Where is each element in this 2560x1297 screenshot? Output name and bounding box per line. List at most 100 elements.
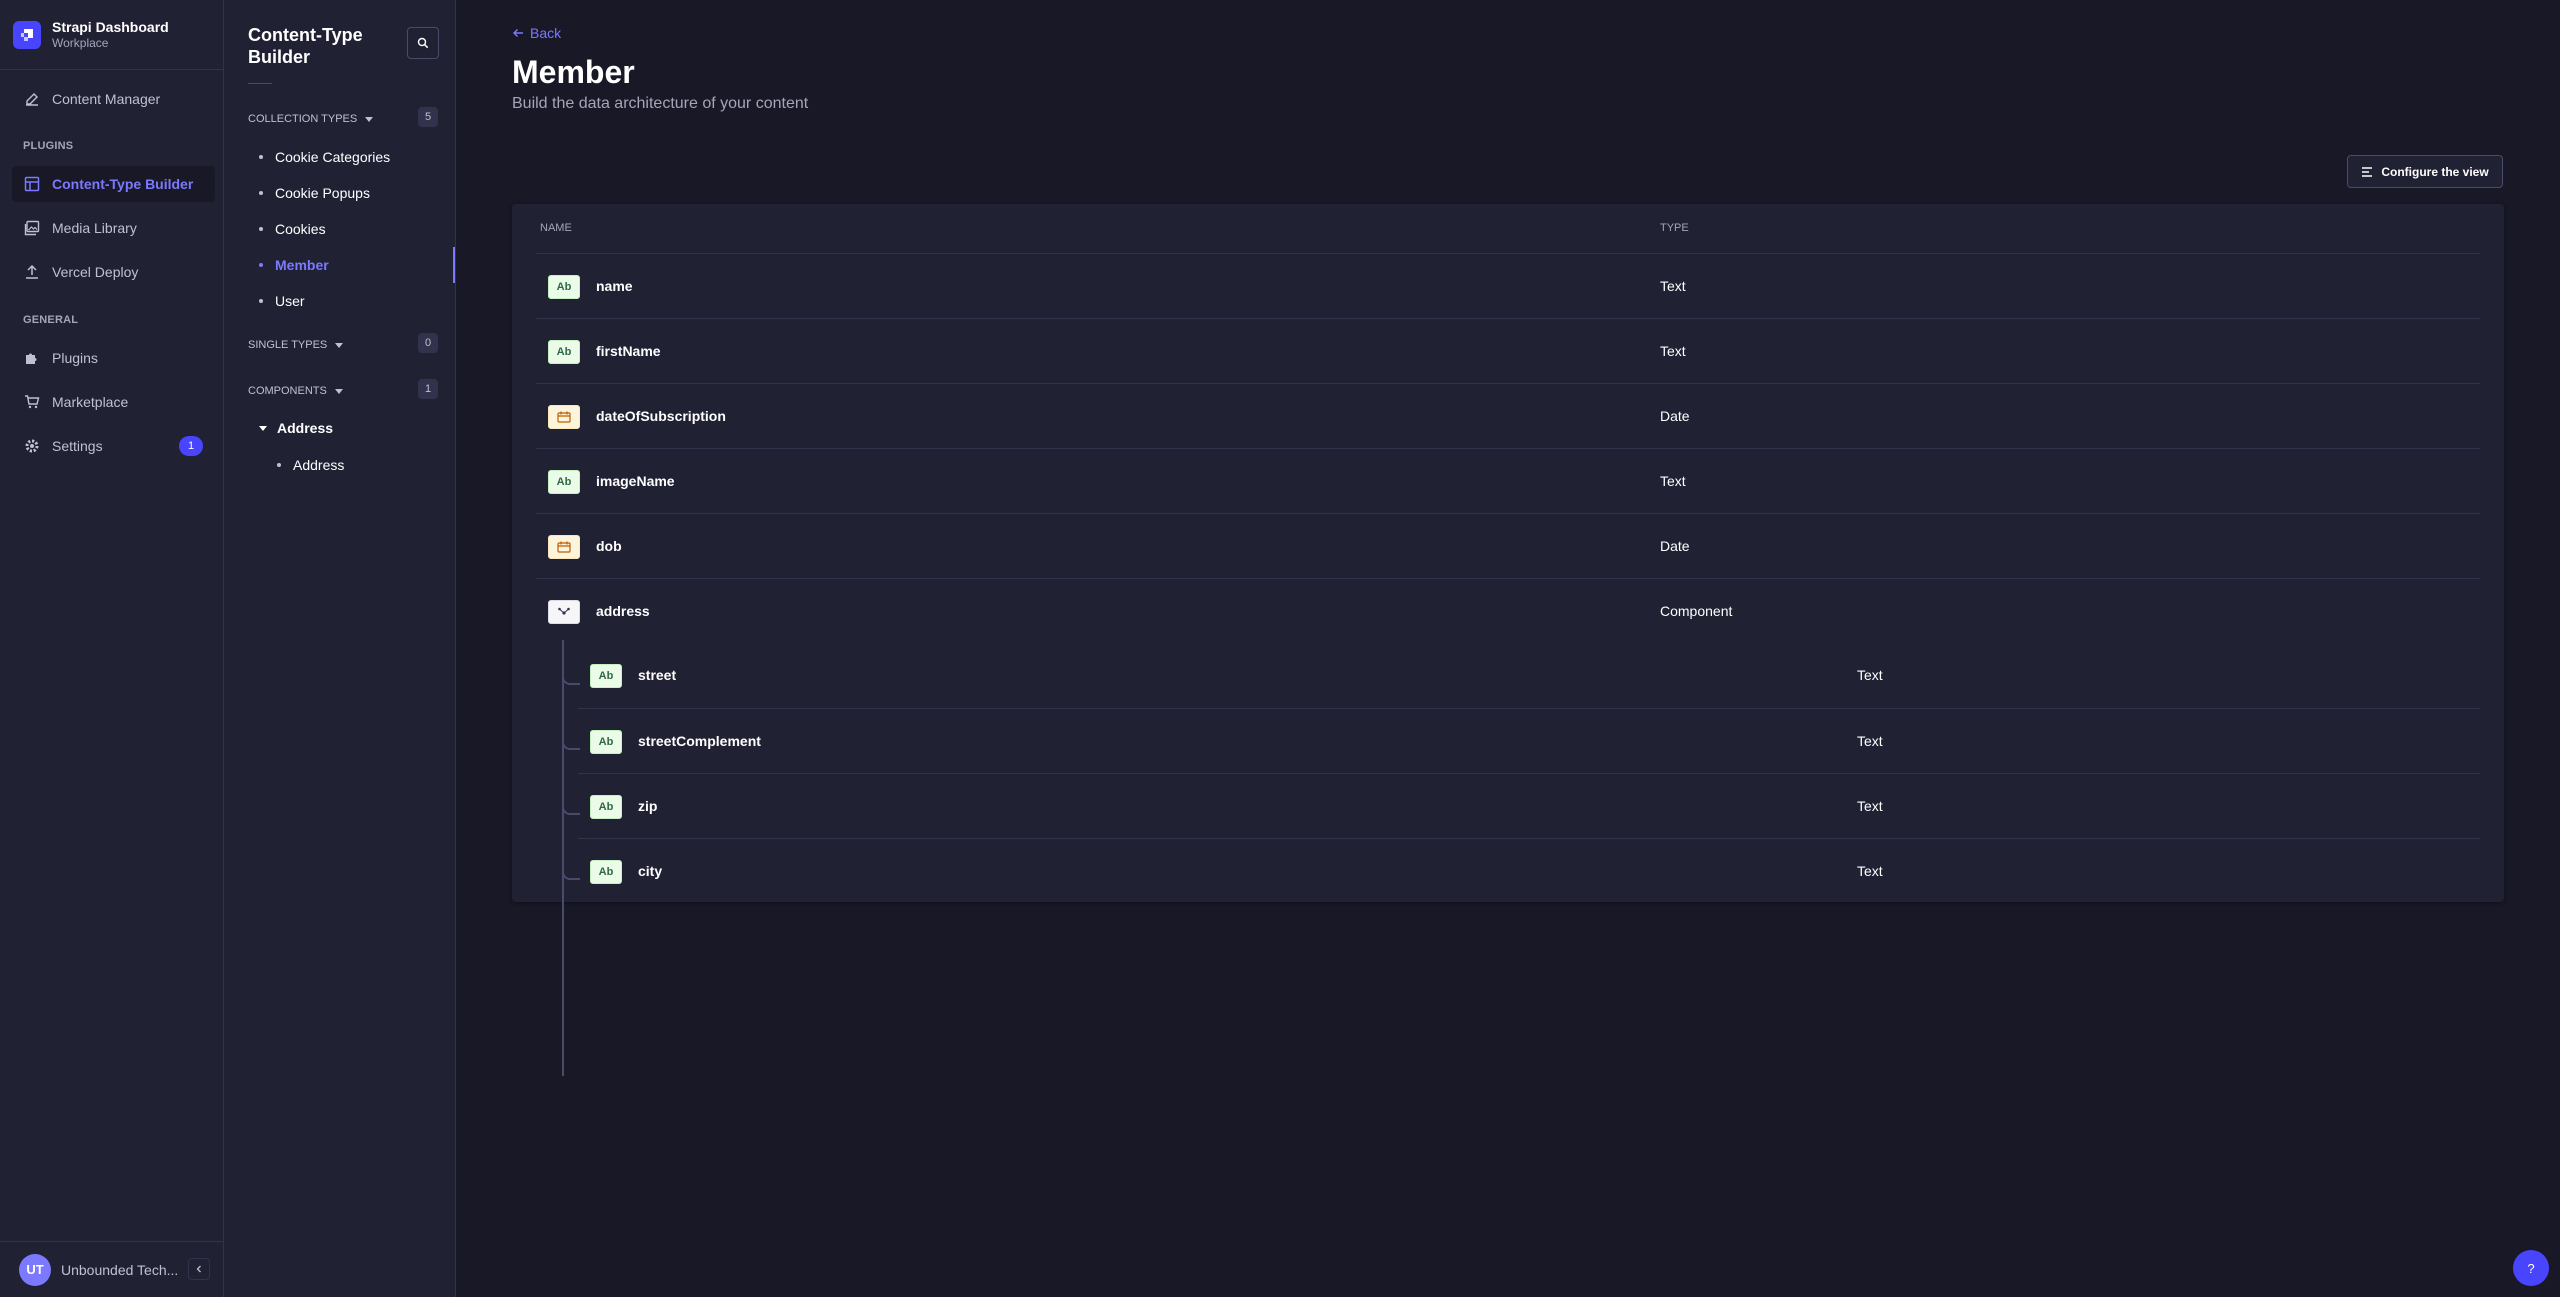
search-icon <box>417 37 429 49</box>
subnav-item-member[interactable]: Member <box>224 247 455 283</box>
bullet-icon <box>277 463 281 467</box>
help-button[interactable]: ? <box>2513 1250 2549 1286</box>
text-field-icon: Ab <box>548 470 580 494</box>
subnav-item-label: Cookie Categories <box>275 149 391 165</box>
nav-section-general: GENERAL <box>23 314 79 326</box>
text-field-icon: Ab <box>548 275 580 299</box>
chevron-left-icon <box>196 1265 201 1273</box>
table-row-street[interactable]: Ab street Text <box>578 643 2480 708</box>
field-name: street <box>638 667 677 683</box>
user-footer[interactable]: UT Unbounded Tech... <box>0 1241 224 1297</box>
configure-view-label: Configure the view <box>2381 164 2489 179</box>
table-row-zip[interactable]: Ab zip Text <box>578 773 2480 838</box>
field-name: imageName <box>596 473 675 489</box>
single-types-toggle[interactable]: SINGLE TYPES <box>248 339 344 351</box>
subnav-item-label: User <box>275 293 305 309</box>
layout-icon <box>24 176 40 192</box>
strapi-logo-icon <box>13 20 41 49</box>
nav-vercel-deploy[interactable]: Vercel Deploy <box>12 254 215 290</box>
upload-icon <box>24 264 40 280</box>
table-row-imagename[interactable]: Ab imageName Text <box>536 448 2480 513</box>
subnav-item-cookie-popups[interactable]: Cookie Popups <box>224 175 455 211</box>
nav-marketplace[interactable]: Marketplace <box>12 384 215 420</box>
text-field-icon: Ab <box>590 664 622 688</box>
column-header-name: NAME <box>540 222 572 234</box>
field-name: dob <box>596 538 622 554</box>
nav-content-type-builder[interactable]: Content-Type Builder <box>12 166 215 202</box>
nav-media-library[interactable]: Media Library <box>12 210 215 246</box>
subnav-item-address-component[interactable]: Address <box>224 447 455 483</box>
calendar-icon <box>548 535 580 559</box>
field-name: city <box>638 863 663 879</box>
brand[interactable]: Strapi Dashboard Workplace <box>0 0 223 70</box>
text-field-icon: Ab <box>590 860 622 884</box>
subnav-title: Content-Type Builder <box>248 25 363 67</box>
field-type: Text <box>1857 733 1883 749</box>
caret-down-icon <box>334 388 343 394</box>
field-type: Text <box>1857 863 1883 879</box>
nav-media-library-label: Media Library <box>52 220 137 236</box>
table-row-name[interactable]: Ab name Text <box>536 253 2480 318</box>
collection-types-toggle[interactable]: COLLECTION TYPES <box>248 113 374 125</box>
component-group-label: Address <box>277 420 334 436</box>
collection-types-count: 5 <box>418 107 438 127</box>
component-icon <box>548 600 580 624</box>
back-link[interactable]: Back <box>512 25 561 41</box>
nav-content-type-builder-label: Content-Type Builder <box>52 176 194 192</box>
bullet-icon <box>259 191 263 195</box>
subnav-item-cookie-categories[interactable]: Cookie Categories <box>224 139 455 175</box>
nav-plugins[interactable]: Plugins <box>12 340 215 376</box>
table-row-streetcomplement[interactable]: Ab streetComplement Text <box>578 708 2480 773</box>
nav-content-manager-label: Content Manager <box>52 91 161 107</box>
nav-content-manager[interactable]: Content Manager <box>12 81 215 117</box>
nav-settings-label: Settings <box>52 438 103 454</box>
main-nav: Strapi Dashboard Workplace Content Manag… <box>0 0 224 1297</box>
fields-table: NAME TYPE Ab name Text Ab firstName Text… <box>512 204 2504 1076</box>
field-type: Text <box>1660 343 1686 359</box>
brand-subtitle: Workplace <box>52 36 109 50</box>
calendar-icon <box>548 405 580 429</box>
sub-nav: Content-Type Builder COLLECTION TYPES 5 … <box>224 0 456 1297</box>
table-row-city[interactable]: Ab city Text <box>578 838 2480 903</box>
list-settings-icon <box>2361 166 2373 178</box>
field-name: name <box>596 278 633 294</box>
search-button[interactable] <box>407 27 439 59</box>
settings-badge: 1 <box>179 436 203 456</box>
field-name: address <box>596 603 650 619</box>
bullet-icon <box>259 227 263 231</box>
subnav-item-label: Cookie Popups <box>275 185 370 201</box>
subnav-item-label: Address <box>293 457 345 473</box>
page-title: Member <box>512 54 635 90</box>
table-row-dateofsubscription[interactable]: dateOfSubscription Date <box>536 383 2480 448</box>
nav-vercel-deploy-label: Vercel Deploy <box>52 264 139 280</box>
caret-down-icon <box>259 425 267 431</box>
subnav-item-label: Member <box>275 257 329 273</box>
nav-plugins-label: Plugins <box>52 350 98 366</box>
configure-view-button[interactable]: Configure the view <box>2347 155 2503 188</box>
single-types-count: 0 <box>418 333 438 353</box>
field-name: firstName <box>596 343 661 359</box>
text-field-icon: Ab <box>548 340 580 364</box>
brand-title: Strapi Dashboard <box>52 19 169 35</box>
nav-marketplace-label: Marketplace <box>52 394 129 410</box>
subnav-item-cookies[interactable]: Cookies <box>224 211 455 247</box>
component-group-address[interactable]: Address <box>259 420 333 436</box>
table-row-firstname[interactable]: Ab firstName Text <box>536 318 2480 383</box>
bullet-icon <box>259 299 263 303</box>
text-field-icon: Ab <box>590 795 622 819</box>
table-row-dob[interactable]: dob Date <box>536 513 2480 578</box>
title-divider <box>248 83 272 84</box>
subnav-item-label: Cookies <box>275 221 326 237</box>
back-link-label: Back <box>530 25 562 41</box>
field-name: dateOfSubscription <box>596 408 726 424</box>
tree-connector <box>562 640 564 1076</box>
page-subtitle: Build the data architecture of your cont… <box>512 95 809 112</box>
table-row-address[interactable]: address Component <box>536 578 2480 643</box>
images-icon <box>24 220 40 236</box>
components-toggle[interactable]: COMPONENTS <box>248 385 343 397</box>
field-name: zip <box>638 798 658 814</box>
field-type: Component <box>1660 603 1733 619</box>
subnav-item-user[interactable]: User <box>224 283 455 319</box>
nav-settings[interactable]: Settings 1 <box>12 428 215 464</box>
collapse-nav-button[interactable] <box>188 1258 210 1280</box>
